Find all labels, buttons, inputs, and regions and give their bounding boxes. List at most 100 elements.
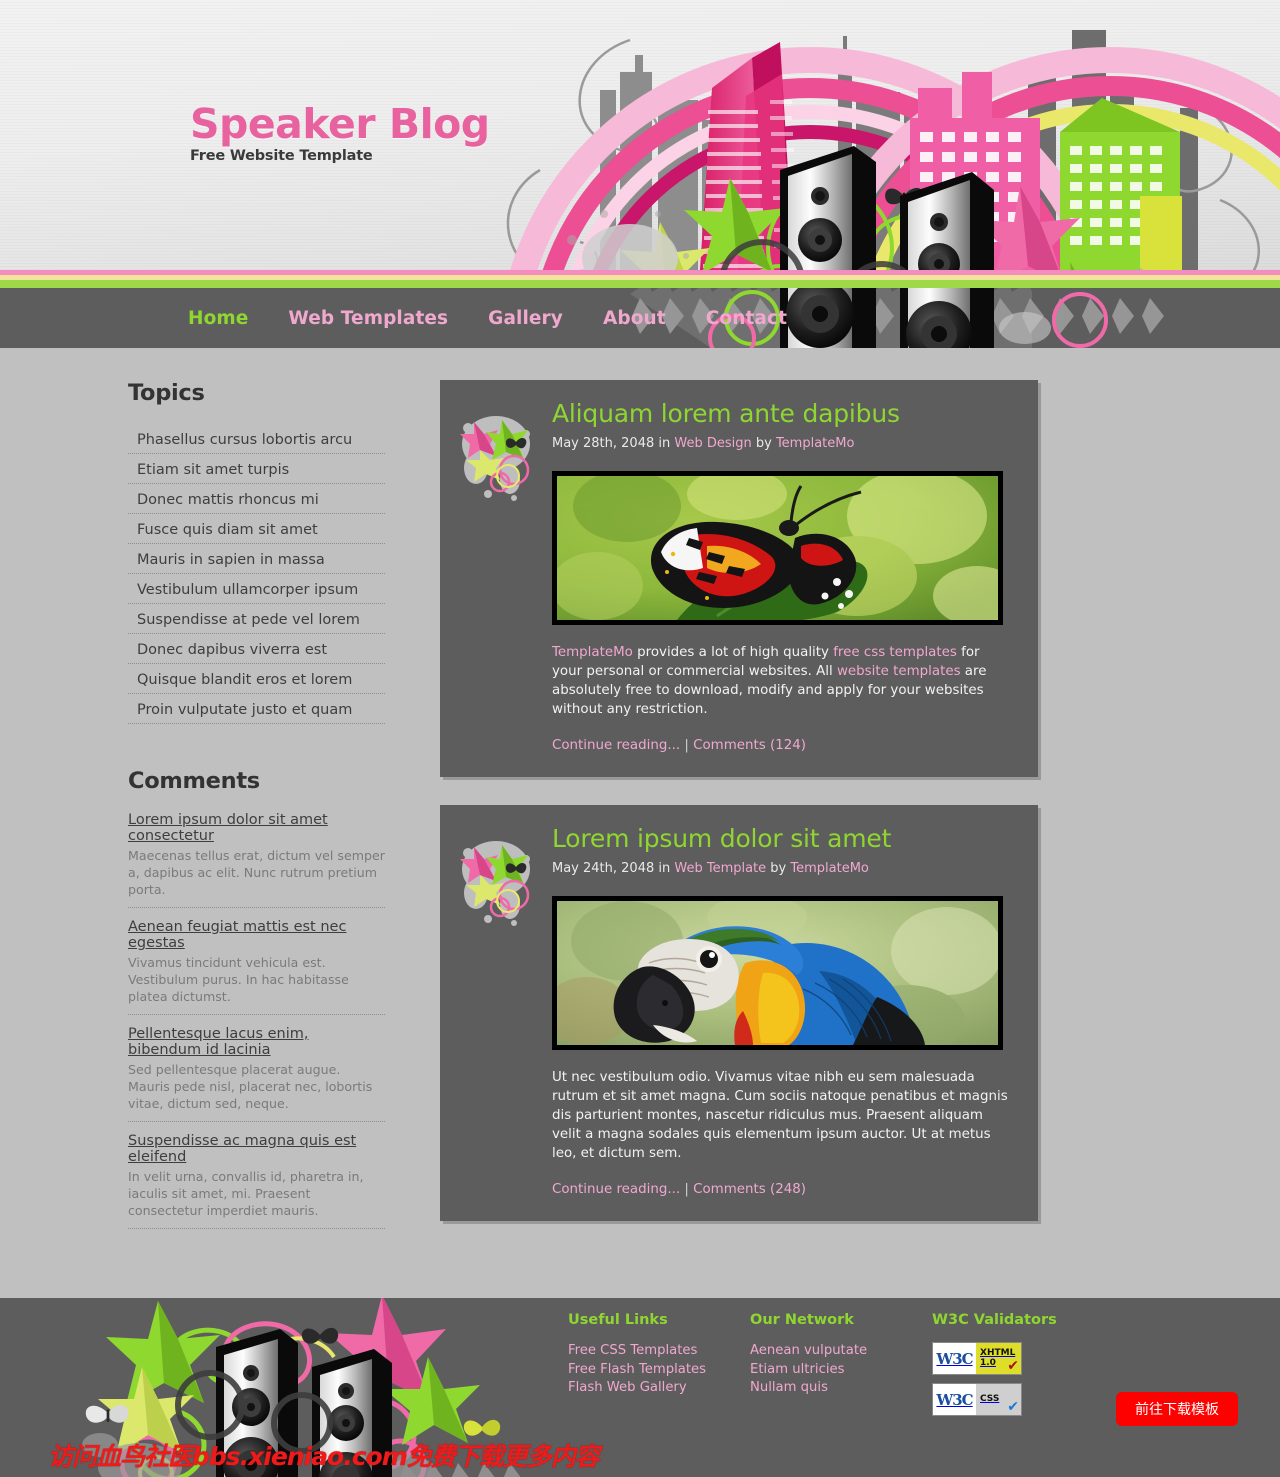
- w3c-logo-text: W3C: [933, 1343, 976, 1374]
- list-item[interactable]: Nullam quis: [750, 1379, 932, 1398]
- topic-link[interactable]: Etiam sit amet turpis: [137, 462, 289, 478]
- star-splash-icon: [454, 398, 544, 503]
- topic-link[interactable]: Mauris in sapien in massa: [137, 552, 325, 568]
- post-category-link[interactable]: Web Template: [674, 861, 766, 876]
- topics-heading: Topics: [128, 380, 205, 406]
- comment-title-link[interactable]: Lorem ipsum dolor sit amet consectetur: [128, 812, 385, 844]
- footer-link[interactable]: Flash Web Gallery: [568, 1379, 750, 1398]
- topic-link[interactable]: Vestibulum ullamcorper ipsum: [137, 582, 358, 598]
- post-author-link[interactable]: TemplateMo: [776, 436, 855, 451]
- nav-item-gallery[interactable]: Gallery: [468, 308, 583, 329]
- list-item[interactable]: Vestibulum ullamcorper ipsum: [128, 574, 385, 604]
- nav-item-home[interactable]: Home: [168, 308, 268, 329]
- footer-link[interactable]: Nullam quis: [750, 1379, 932, 1398]
- post-body: TemplateMo provides a lot of high qualit…: [552, 643, 1010, 719]
- star-splash-icon: [454, 823, 544, 928]
- banner-artwork: [480, 0, 1280, 270]
- topic-link[interactable]: Phasellus cursus lobortis arcu: [137, 432, 352, 448]
- comment-title-link[interactable]: Suspendisse ac magna quis est eleifend: [128, 1133, 385, 1165]
- post-title[interactable]: Lorem ipsum dolor sit amet: [552, 824, 1016, 854]
- post-date: May 28th, 2048 in: [552, 435, 675, 451]
- list-item[interactable]: Aenean vulputate: [750, 1342, 932, 1361]
- list-item[interactable]: Proin vulputate justo et quam: [128, 694, 385, 724]
- post-body-link-website-templates[interactable]: website templates: [837, 664, 961, 679]
- post-date: May 24th, 2048 in: [552, 860, 675, 876]
- download-template-button[interactable]: 前往下载模板: [1116, 1392, 1238, 1426]
- post-title[interactable]: Aliquam lorem ante dapibus: [552, 399, 1016, 429]
- footer-link[interactable]: Free CSS Templates: [568, 1342, 750, 1361]
- topic-link[interactable]: Donec dapibus viverra est: [137, 642, 327, 658]
- nav-link-about[interactable]: About: [583, 308, 686, 329]
- footer-artwork: [30, 1298, 530, 1477]
- site-logo[interactable]: Speaker Blog Free Website Template: [190, 102, 490, 165]
- topic-link[interactable]: Donec mattis rhoncus mi: [137, 492, 319, 508]
- post-body-link-templatemo[interactable]: TemplateMo: [552, 645, 633, 660]
- footer-link[interactable]: Aenean vulputate: [750, 1342, 932, 1361]
- blog-post: Aliquam lorem ante dapibus May 28th, 204…: [440, 380, 1038, 777]
- nav-link-web-templates[interactable]: Web Templates: [268, 308, 468, 329]
- w3c-css-badge[interactable]: W3C CSS ✔: [932, 1383, 1022, 1416]
- nav-list: Home Web Templates Gallery About Contact: [0, 288, 1280, 348]
- nav-link-home[interactable]: Home: [168, 308, 268, 329]
- nav-item-web-templates[interactable]: Web Templates: [268, 308, 468, 329]
- list-item[interactable]: Free CSS Templates: [568, 1342, 750, 1361]
- post-footer-links: Continue reading... | Comments (124): [552, 738, 1016, 753]
- comment-title-link[interactable]: Aenean feugiat mattis est nec egestas: [128, 919, 385, 951]
- macaw-parrot-photo: [557, 900, 998, 1045]
- list-item[interactable]: Etiam sit amet turpis: [128, 454, 385, 484]
- list-item[interactable]: Quisque blandit eros et lorem: [128, 664, 385, 694]
- w3c-xhtml-label: XHTML 1.0 ✔: [976, 1343, 1021, 1374]
- topic-link[interactable]: Quisque blandit eros et lorem: [137, 672, 352, 688]
- continue-reading-link[interactable]: Continue reading...: [552, 1182, 680, 1197]
- nav-item-contact[interactable]: Contact: [686, 308, 807, 329]
- footer-column-w3c: W3C Validators W3C XHTML 1.0 ✔ W3C CSS ✔: [932, 1312, 1132, 1424]
- post-meta: May 24th, 2048 in Web Template by Templa…: [552, 861, 1016, 876]
- post-author-link[interactable]: TemplateMo: [790, 861, 869, 876]
- list-item[interactable]: Phasellus cursus lobortis arcu: [128, 424, 385, 454]
- list-item[interactable]: Flash Web Gallery: [568, 1379, 750, 1398]
- list-item[interactable]: Donec dapibus viverra est: [128, 634, 385, 664]
- footer-heading-our-network: Our Network: [750, 1312, 854, 1328]
- post-body-link-free-css-templates[interactable]: free css templates: [833, 645, 957, 660]
- comment-title-link[interactable]: Pellentesque lacus enim, bibendum id lac…: [128, 1026, 385, 1058]
- check-icon: ✔: [1007, 1358, 1019, 1374]
- footer-heading-useful-links: Useful Links: [568, 1312, 668, 1328]
- accent-stripes: [0, 270, 1280, 288]
- list-item[interactable]: Suspendisse at pede vel lorem: [128, 604, 385, 634]
- topics-list: Phasellus cursus lobortis arcu Etiam sit…: [128, 424, 385, 724]
- post-comments-link[interactable]: Comments (248): [693, 1182, 806, 1197]
- topic-link[interactable]: Fusce quis diam sit amet: [137, 522, 318, 538]
- topic-link[interactable]: Proin vulputate justo et quam: [137, 702, 352, 718]
- check-icon: ✔: [1007, 1399, 1019, 1415]
- list-item[interactable]: Fusce quis diam sit amet: [128, 514, 385, 544]
- w3c-logo-text: W3C: [933, 1384, 976, 1415]
- list-item[interactable]: Free Flash Templates: [568, 1361, 750, 1380]
- continue-reading-link[interactable]: Continue reading...: [552, 738, 680, 753]
- list-item[interactable]: Etiam ultricies: [750, 1361, 932, 1380]
- w3c-xhtml-badge[interactable]: W3C XHTML 1.0 ✔: [932, 1342, 1022, 1375]
- list-item: Pellentesque lacus enim, bibendum id lac…: [128, 1026, 385, 1122]
- post-meta: May 28th, 2048 in Web Design by Template…: [552, 436, 1016, 451]
- post-body: Ut nec vestibulum odio. Vivamus vitae ni…: [552, 1069, 1008, 1161]
- sidebar: Topics Phasellus cursus lobortis arcu Et…: [80, 380, 415, 1249]
- stripe-green: [0, 280, 1280, 288]
- comment-excerpt: Vivamus tincidunt vehicula est. Vestibul…: [128, 955, 349, 1004]
- site-tagline: Free Website Template: [190, 148, 373, 165]
- footer-link[interactable]: Free Flash Templates: [568, 1361, 750, 1380]
- list-item[interactable]: Mauris in sapien in massa: [128, 544, 385, 574]
- nav-link-contact[interactable]: Contact: [686, 308, 807, 329]
- topic-link[interactable]: Suspendisse at pede vel lorem: [137, 612, 360, 628]
- post-list: Aliquam lorem ante dapibus May 28th, 204…: [440, 380, 1040, 1249]
- nav-link-gallery[interactable]: Gallery: [468, 308, 583, 329]
- list-item[interactable]: Donec mattis rhoncus mi: [128, 484, 385, 514]
- list-item: Lorem ipsum dolor sit amet consectetur M…: [128, 812, 385, 908]
- post-comments-link[interactable]: Comments (124): [693, 738, 806, 753]
- site-header: Speaker Blog Free Website Template: [0, 0, 1280, 270]
- comment-excerpt: Sed pellentesque placerat augue. Mauris …: [128, 1062, 373, 1111]
- nav-item-about[interactable]: About: [583, 308, 686, 329]
- post-category-link[interactable]: Web Design: [674, 436, 751, 451]
- post-by-label: by: [766, 860, 791, 876]
- footer-heading-w3c: W3C Validators: [932, 1312, 1057, 1328]
- comment-excerpt: Maecenas tellus erat, dictum vel semper …: [128, 848, 385, 897]
- footer-link[interactable]: Etiam ultricies: [750, 1361, 932, 1380]
